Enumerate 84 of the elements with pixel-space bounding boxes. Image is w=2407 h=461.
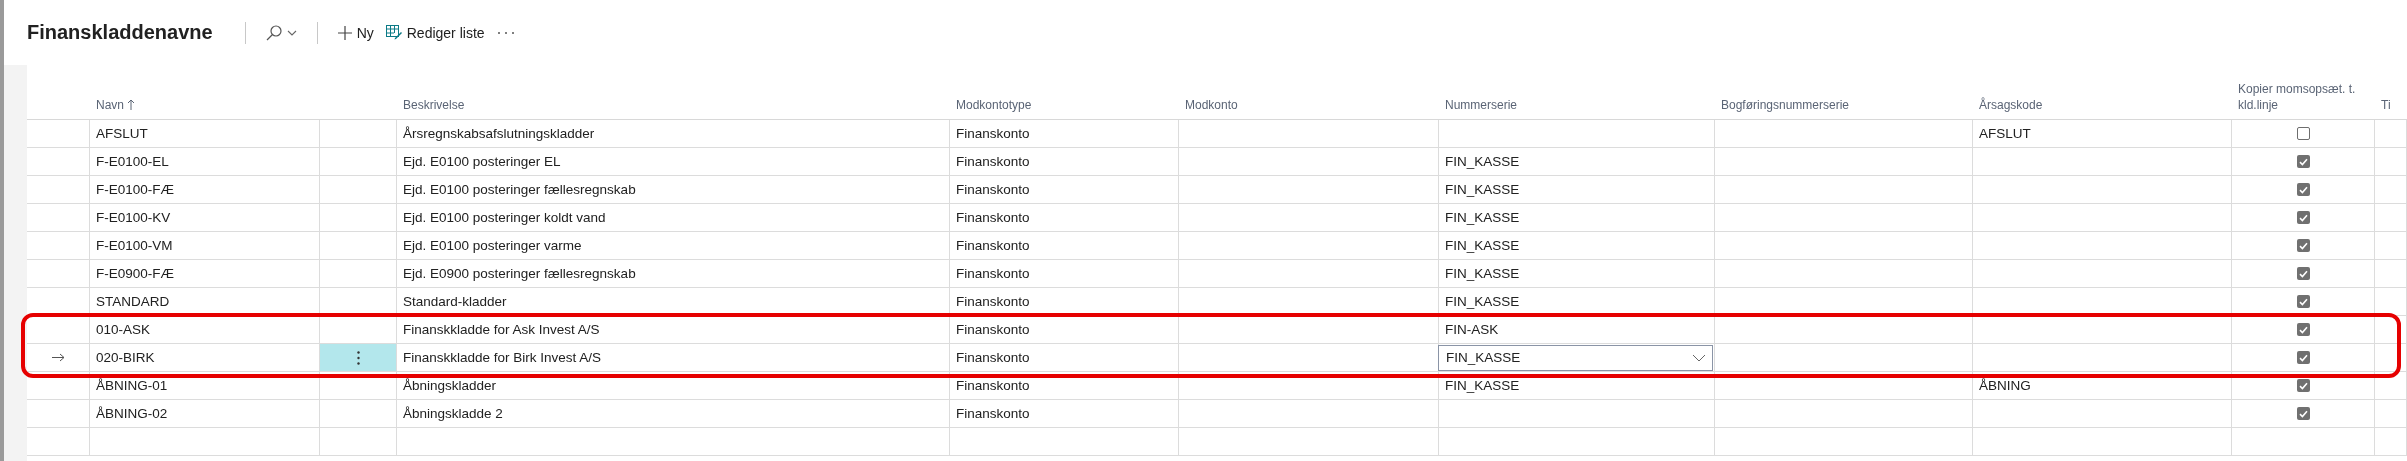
table-cell: AFSLUT bbox=[90, 120, 320, 148]
checkbox[interactable] bbox=[2296, 295, 2310, 308]
checkbox[interactable] bbox=[2296, 127, 2310, 140]
table-cell: FIN_KASSE bbox=[1439, 232, 1715, 260]
table-cell bbox=[2375, 428, 2407, 456]
table-cell bbox=[27, 232, 90, 260]
table-cell: Åbningskladder bbox=[397, 372, 950, 400]
table-cell bbox=[27, 204, 90, 232]
table-cell: F-E0100-EL bbox=[90, 148, 320, 176]
table-cell: Ejd. E0100 posteringer koldt vand bbox=[397, 204, 950, 232]
new-button[interactable]: Ny bbox=[331, 20, 380, 45]
column-header[interactable]: Ti bbox=[2375, 96, 2407, 119]
table-cell: Årsregnskabsafslutningskladder bbox=[397, 120, 950, 148]
table-cell: F-E0100-KV bbox=[90, 204, 320, 232]
table-cell: FIN_KASSE bbox=[1439, 204, 1715, 232]
table-cell: 010-ASK bbox=[90, 316, 320, 344]
column-header[interactable]: Navn bbox=[90, 96, 320, 119]
table-cell bbox=[27, 148, 90, 176]
table-cell: Finanskonto bbox=[950, 316, 1179, 344]
chevron-icon bbox=[1692, 353, 1706, 362]
table-cell: FIN_KASSE bbox=[1439, 148, 1715, 176]
checkbox[interactable] bbox=[2296, 211, 2310, 224]
table-cell: Finanskonto bbox=[950, 148, 1179, 176]
checkbox[interactable] bbox=[2296, 323, 2310, 336]
table-cell: Finanskonto bbox=[950, 232, 1179, 260]
table-cell: Standard-kladder bbox=[397, 288, 950, 316]
column-header[interactable]: Nummerserie bbox=[1439, 96, 1715, 119]
table-cell bbox=[27, 176, 90, 204]
table-cell: Ejd. E0100 posteringer fællesregnskab bbox=[397, 176, 950, 204]
column-header[interactable]: Årsagskode bbox=[1973, 96, 2232, 119]
table-cell bbox=[27, 400, 90, 428]
checkbox[interactable] bbox=[2296, 351, 2310, 364]
table-cell: Finanskkladde for Birk Invest A/S bbox=[397, 344, 950, 372]
plus-icon bbox=[337, 25, 352, 40]
table-cell bbox=[27, 428, 90, 456]
table-cell: FIN-ASK bbox=[1439, 316, 1715, 344]
checkbox[interactable] bbox=[2296, 183, 2310, 196]
table-cell: AFSLUT bbox=[1973, 120, 2232, 148]
table-cell: Finanskonto bbox=[950, 400, 1179, 428]
table-cell: FIN_KASSE bbox=[1439, 288, 1715, 316]
table-cell: F-E0100-FÆ bbox=[90, 176, 320, 204]
table-cell: FIN_KASSE bbox=[1439, 260, 1715, 288]
column-header[interactable]: Modkontotype bbox=[950, 96, 1179, 119]
table-cell: ÅBNING-01 bbox=[90, 372, 320, 400]
table-cell: Finanskkladde for Ask Invest A/S bbox=[397, 316, 950, 344]
ellipsis-icon bbox=[496, 30, 515, 35]
table-cell: Finanskonto bbox=[950, 372, 1179, 400]
table-cell: F-E0100-VM bbox=[90, 232, 320, 260]
column-header[interactable]: Modkonto bbox=[1179, 96, 1439, 119]
sort-ascending-icon bbox=[127, 99, 135, 111]
table-cell: ÅBNING bbox=[1973, 372, 2232, 400]
more-options-icon[interactable] bbox=[356, 350, 360, 365]
table-cell: Ejd. E0100 posteringer varme bbox=[397, 232, 950, 260]
table-cell: Åbningskladde 2 bbox=[397, 400, 950, 428]
checkbox[interactable] bbox=[2296, 407, 2310, 420]
number-series-dropdown[interactable]: FIN_KASSE bbox=[1438, 344, 1713, 371]
column-header[interactable]: Kopier momsopsæt. t. kld.linje bbox=[2232, 80, 2375, 119]
table-cell: F-E0900-FÆ bbox=[90, 260, 320, 288]
table-cell: Finanskonto bbox=[950, 204, 1179, 232]
table-cell bbox=[27, 260, 90, 288]
table-cell: FIN_KASSE bbox=[1439, 372, 1715, 400]
table-cell: Finanskonto bbox=[950, 176, 1179, 204]
checkbox[interactable] bbox=[2296, 155, 2310, 168]
checkbox[interactable] bbox=[2296, 267, 2310, 280]
table-cell: 020-BIRK bbox=[90, 344, 320, 372]
table-cell: Finanskonto bbox=[950, 260, 1179, 288]
column-header[interactable]: Beskrivelse bbox=[397, 96, 950, 119]
edit-table-icon bbox=[385, 25, 402, 40]
table-cell: Ejd. E0100 posteringer EL bbox=[397, 148, 950, 176]
table-cell: ÅBNING-02 bbox=[90, 400, 320, 428]
table-cell: Finanskonto bbox=[950, 288, 1179, 316]
table-cell: Finanskonto bbox=[950, 344, 1179, 372]
page-title: Finanskladdenavne bbox=[27, 21, 213, 44]
column-header[interactable]: Bogføringsnummerserie bbox=[1715, 96, 1973, 119]
table-cell: Ejd. E0900 posteringer fællesregnskab bbox=[397, 260, 950, 288]
row-arrow-icon bbox=[51, 353, 65, 362]
table-cell: Finanskonto bbox=[950, 120, 1179, 148]
checkbox[interactable] bbox=[2296, 239, 2310, 252]
chevron-icon bbox=[286, 29, 297, 36]
table-cell: FIN_KASSE bbox=[1439, 176, 1715, 204]
table-cell: STANDARD bbox=[90, 288, 320, 316]
search-icon bbox=[265, 24, 282, 41]
checkbox[interactable] bbox=[2296, 379, 2310, 392]
edit-list-button[interactable]: Rediger liste bbox=[379, 20, 491, 45]
